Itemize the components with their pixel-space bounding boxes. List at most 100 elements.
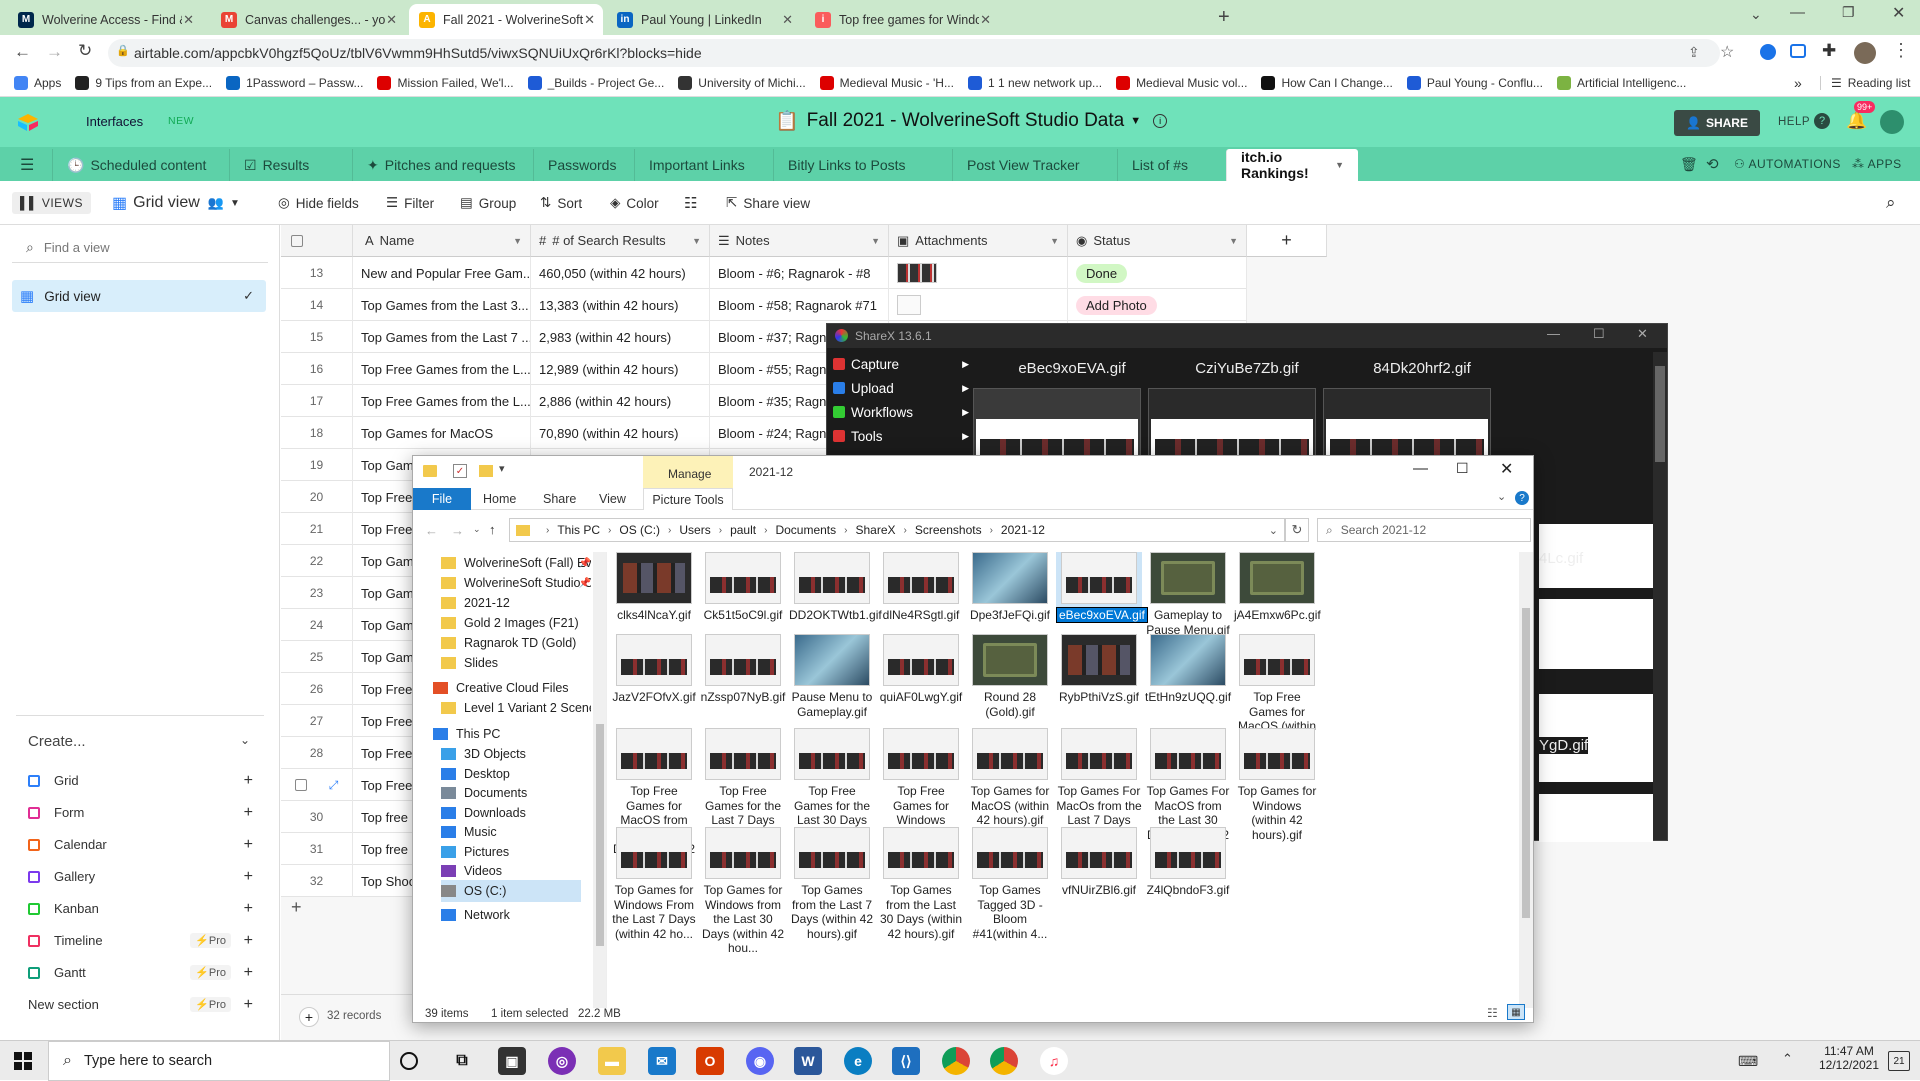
nav-item[interactable]: Documents [441,782,591,804]
maximize-icon[interactable]: ☐ [1456,460,1469,477]
nav-item[interactable]: Ragnarok TD (Gold) [441,632,591,654]
file-item[interactable]: Round 28 (Gold).gif [967,634,1053,719]
ribbon-tab-view[interactable]: View [599,488,626,510]
close-icon[interactable]: ✕ [1500,459,1513,479]
cell-results[interactable]: 2,886 (within 42 hours) [531,385,710,417]
cell-name[interactable]: Top Games from the Last 7 ... [353,321,531,353]
chevron-down-icon[interactable]: ⌄ [1497,490,1506,503]
file-item[interactable]: Gameplay to Pause Menu.gif [1145,552,1231,637]
nav-item[interactable]: WolverineSoft (Fall) Evi 📌 [441,552,591,574]
file-item[interactable]: quiAF0LwgY.gif [878,634,964,705]
browser-tab[interactable]: in Paul Young | LinkedIn ✕ [607,4,801,35]
file-item[interactable]: Pause Menu to Gameplay.gif [789,634,875,719]
windows-start-icon[interactable] [14,1052,32,1070]
minimize-window-button[interactable]: — [1790,4,1805,21]
nav-scrollbar[interactable] [593,552,606,1008]
up-icon[interactable]: ↑ [489,522,496,537]
quick-access-dropdown-icon[interactable]: ▾ [499,462,505,475]
add-field-button[interactable]: + [1247,225,1327,257]
nav-item[interactable]: Gold 2 Images (F21) [441,612,591,634]
share-view-button[interactable]: ⇱ Share view [726,181,810,225]
history-icon[interactable]: ⟲ [1706,155,1719,173]
breadcrumb-item[interactable]: Screenshots [915,523,982,537]
nav-item[interactable]: Videos [441,860,591,882]
airtable-logo-icon[interactable] [16,113,40,131]
file-item[interactable]: Top Games from the Last 7 Days (within 4… [789,827,875,941]
extensions-puzzle-icon[interactable]: ✚ [1822,41,1836,61]
table-tab[interactable]: Post View Tracker [952,149,1117,181]
search-icon[interactable]: ⌕ [1886,181,1896,225]
apps-button[interactable]: ⁂ APPS [1852,157,1902,171]
restore-window-button[interactable]: ❐ [1842,4,1855,21]
sharex-menu-item[interactable]: Tools ▶ [833,424,983,448]
itunes-icon[interactable]: ♫ [1040,1047,1068,1075]
tab-search-icon[interactable]: ⌄ [1750,6,1762,23]
cast-extension-icon[interactable] [1790,44,1806,58]
nav-scroll-thumb[interactable] [596,724,604,946]
column-header-notes[interactable]: ☰ Notes ▼ [710,225,889,257]
views-toggle[interactable]: ▌▌ VIEWS [12,181,92,225]
details-view-icon[interactable]: ☷ [1487,1006,1498,1020]
cell-results[interactable]: 2,983 (within 42 hours) [531,321,710,353]
browser-tab[interactable]: i Top free games for Windows fro✕ [805,4,999,35]
table-tab[interactable]: 🕒 Scheduled content [52,149,229,181]
sort-button[interactable]: ⇅ Sort [540,181,582,225]
hamburger-menu-icon[interactable]: ☰ [20,155,34,175]
new-folder-icon[interactable] [479,465,493,477]
sharex-scroll-thumb[interactable] [1655,366,1665,462]
sharex-thumb-partial[interactable] [1539,794,1653,842]
forward-icon[interactable]: → [451,523,464,538]
cell-name[interactable]: Top Free Games from the L... [353,353,531,385]
ribbon-tab-share[interactable]: Share [543,488,576,510]
info-icon[interactable]: i [1153,114,1168,128]
attachment-placeholder-icon[interactable] [897,295,921,315]
add-row-button[interactable]: + [291,897,302,918]
bookmark-item[interactable]: University of Michi... [678,75,806,90]
close-tab-icon[interactable]: ✕ [584,12,595,28]
file-item[interactable]: Z4lQbndoF3.gif [1145,827,1231,898]
bookmark-item[interactable]: How Can I Change... [1261,75,1393,90]
close-window-button[interactable]: ✕ [1892,3,1905,23]
file-item[interactable]: JazV2FOfvX.gif [611,634,697,705]
cell-notes[interactable]: Bloom - #6; Ragnarok - #8 [710,257,889,289]
checkbox-icon[interactable] [294,779,307,791]
nav-item[interactable]: Slides [441,652,591,674]
attachment-thumbnail[interactable] [897,263,937,283]
cell-notes[interactable]: Bloom - #58; Ragnarok #71 [710,289,889,321]
file-item[interactable]: clks4lNcaY.gif [611,552,697,623]
file-item[interactable]: Top Games Tagged 3D - Bloom #41(within 4… [967,827,1053,941]
extension-icon[interactable] [1760,44,1776,60]
base-title[interactable]: 📋 Fall 2021 - WolverineSoft Studio Data … [775,109,1168,133]
profile-avatar[interactable] [1854,42,1876,64]
create-view-item[interactable]: Kanban + [28,900,253,917]
file-item[interactable]: nZssp07NyB.gif [700,634,786,705]
create-view-item[interactable]: Grid + [28,772,253,789]
cell-status[interactable]: Add Photo [1068,289,1247,321]
create-view-item[interactable]: Form + [28,804,253,821]
file-item[interactable]: Top Games from the Last 30 Days (within … [878,827,964,941]
file-item[interactable]: jA4Emxw6Pc.gif [1234,552,1321,623]
table-row[interactable]: 13 New and Popular Free Gam... 460,050 (wi… [281,257,1247,289]
url-bar[interactable]: 🔒 airtable.com/appcbkV0hgzf5QoUz/tblV6Vw… [108,39,1720,67]
table-tab[interactable]: Important Links [634,149,773,181]
breadcrumb-item[interactable]: OS (C:) [619,523,660,537]
hide-fields-button[interactable]: ◎ Hide fields [278,181,359,225]
properties-icon[interactable]: ✓ [453,464,467,478]
address-bar[interactable]: › This PC › OS (C:) › Users › pault › Documents › S… [509,518,1285,542]
breadcrumb-item[interactable]: This PC [557,523,600,537]
column-header-results[interactable]: # # of Search Results ▼ [531,225,710,257]
create-view-item[interactable]: Calendar + [28,836,253,853]
file-item[interactable]: Ck51t5oC9l.gif [700,552,786,623]
column-header-attachments[interactable]: ▣ Attachments ▼ [889,225,1068,257]
file-item[interactable]: Top Games for MacOS (within 42 hours).gi… [967,728,1053,828]
bookmark-item[interactable]: _Builds - Project Ge... [527,75,664,90]
table-tab[interactable]: Bitly Links to Posts [773,149,952,181]
cell-results[interactable]: 12,989 (within 42 hours) [531,353,710,385]
bookmark-item[interactable]: Mission Failed, We'l... [377,75,514,90]
discord-icon[interactable]: ◉ [746,1047,774,1075]
vscode-icon[interactable]: ⟨⟩ [892,1047,920,1075]
cell-name[interactable]: Top Games for MacOS [353,417,531,449]
file-item[interactable]: dlNe4RSgtl.gif [878,552,964,623]
share-page-icon[interactable]: ⇪ [1688,44,1700,61]
forward-icon[interactable]: → [46,42,63,62]
